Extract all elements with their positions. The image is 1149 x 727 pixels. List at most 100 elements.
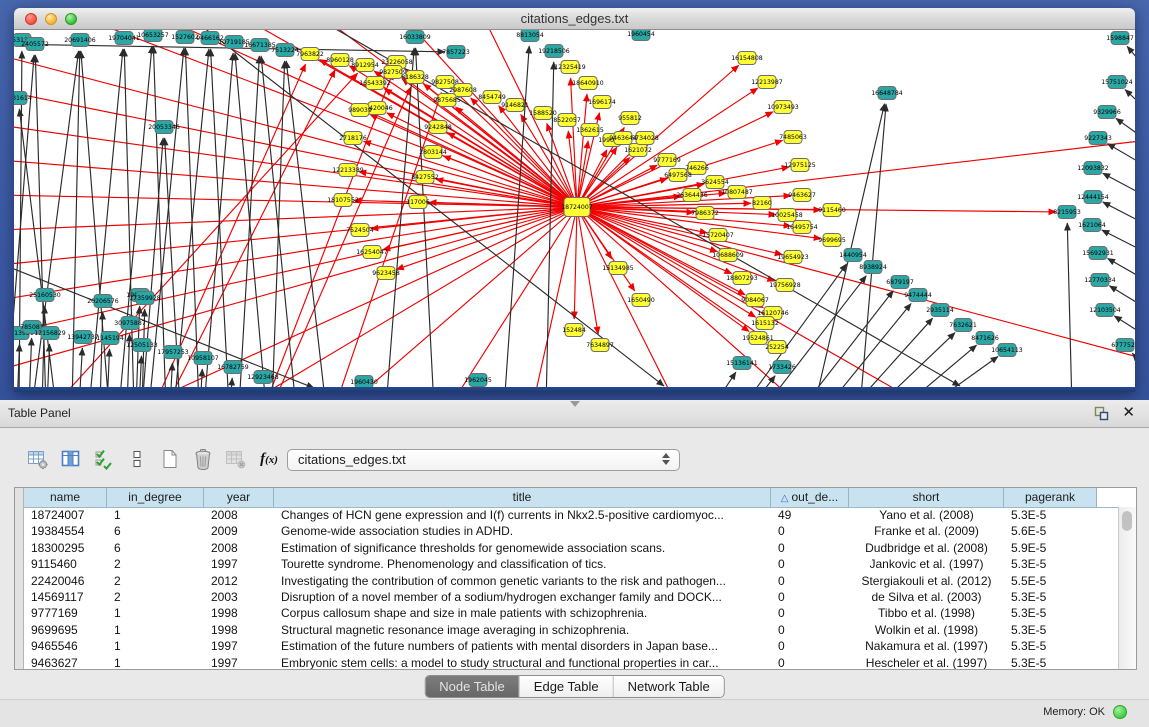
network-node[interactable]: 15751024 xyxy=(1101,76,1133,89)
network-node[interactable]: 16782759 xyxy=(217,361,249,374)
network-node[interactable]: 9227343 xyxy=(1084,132,1112,145)
network-node[interactable]: 18107552 xyxy=(327,194,359,207)
network-node[interactable]: 12093832 xyxy=(1077,162,1109,175)
table-row[interactable]: 911546021997Tourette syndrome. Phenomeno… xyxy=(24,556,1119,572)
network-node[interactable]: 10973493 xyxy=(767,101,799,114)
network-node[interactable]: 9329966 xyxy=(1093,106,1121,119)
network-node[interactable]: 8427552 xyxy=(411,171,439,184)
network-edge[interactable] xyxy=(1125,90,1135,112)
network-node[interactable]: 12770334 xyxy=(1084,274,1116,287)
trash-icon[interactable] xyxy=(191,446,215,472)
zoom-button[interactable] xyxy=(65,13,77,25)
network-node[interactable]: 16648784 xyxy=(871,87,903,100)
network-node[interactable]: 1696174 xyxy=(588,96,616,109)
network-node[interactable]: 12213987 xyxy=(751,76,783,89)
network-node[interactable]: 1440954 xyxy=(839,249,867,262)
scrollbar-thumb[interactable] xyxy=(1122,511,1132,531)
network-edge[interactable] xyxy=(79,348,82,387)
network-edge[interactable] xyxy=(14,207,577,370)
network-edge[interactable] xyxy=(14,195,577,207)
network-edge[interactable] xyxy=(230,378,232,387)
network-edge[interactable] xyxy=(139,356,141,387)
network-node[interactable]: 13942737 xyxy=(67,331,99,344)
network-node[interactable]: 12103504 xyxy=(1089,304,1121,317)
table-row[interactable]: 946362711997Embryonic stem cells: a mode… xyxy=(24,655,1119,669)
tab-network-table[interactable]: Network Table xyxy=(614,676,724,697)
network-node[interactable]: 1621064 xyxy=(1078,219,1106,232)
network-node[interactable]: 12325419 xyxy=(554,61,586,74)
network-node[interactable]: 2935114 xyxy=(926,304,954,317)
column-header-year[interactable]: year xyxy=(204,488,274,507)
network-node[interactable]: 252254 xyxy=(765,341,789,354)
memory-indicator[interactable] xyxy=(1113,705,1127,719)
network-edge[interactable] xyxy=(1107,144,1135,168)
network-node[interactable]: 9474444 xyxy=(904,289,932,302)
network-edge[interactable] xyxy=(577,207,756,317)
network-edge[interactable] xyxy=(100,312,103,387)
show-columns-icon[interactable] xyxy=(59,446,83,472)
network-node[interactable]: 10025458 xyxy=(771,209,803,222)
network-node[interactable]: 16154808 xyxy=(731,52,763,65)
column-header-in_degree[interactable]: in_degree xyxy=(107,488,204,507)
network-canvas[interactable]: 2531380240557220691406197040411065325715… xyxy=(14,30,1135,387)
network-edge[interactable] xyxy=(354,207,577,387)
network-edge[interactable] xyxy=(902,345,977,387)
network-edge[interactable] xyxy=(802,291,893,387)
network-node[interactable]: 9084067 xyxy=(741,294,769,307)
function-builder-icon[interactable]: f(x) xyxy=(257,446,281,472)
network-edge[interactable] xyxy=(416,48,434,387)
network-edge[interactable] xyxy=(1127,46,1135,72)
table-row[interactable]: 1830029562008Estimation of significance … xyxy=(24,540,1119,556)
network-node[interactable]: 1960430 xyxy=(350,376,378,388)
network-edge[interactable] xyxy=(119,46,152,387)
network-edge[interactable] xyxy=(1067,223,1072,387)
network-node[interactable]: 15692931 xyxy=(1082,247,1114,260)
table-scrollbar[interactable] xyxy=(1118,507,1136,669)
tab-node-table[interactable]: Node Table xyxy=(425,676,520,697)
network-node[interactable]: 1598847 xyxy=(1106,32,1134,45)
network-edge[interactable] xyxy=(29,338,32,387)
network-node[interactable]: 19704041 xyxy=(108,32,140,45)
network-node[interactable]: 2718176 xyxy=(339,132,367,145)
network-node[interactable]: 9777169 xyxy=(653,154,681,167)
table-row[interactable]: 1938455462009Genome-wide association stu… xyxy=(24,523,1119,539)
network-node[interactable]: 8522057 xyxy=(553,114,581,127)
network-node[interactable]: 12213389 xyxy=(332,164,364,177)
network-node[interactable]: 82160 xyxy=(752,197,772,210)
network-node[interactable]: 30975887 xyxy=(114,317,146,330)
network-node[interactable]: 15136141 xyxy=(726,357,758,370)
network-edge[interactable] xyxy=(750,376,775,387)
column-header-pagerank[interactable]: pagerank xyxy=(1004,488,1097,507)
network-node[interactable]: 9115460 xyxy=(818,204,846,217)
network-edge[interactable] xyxy=(577,207,1135,360)
column-header-out_degree[interactable]: △out_de... xyxy=(771,488,849,507)
network-node[interactable]: 117006 xyxy=(406,196,430,209)
network-edge[interactable] xyxy=(712,372,736,387)
network-edge[interactable] xyxy=(577,207,598,334)
column-header-name[interactable]: name xyxy=(24,488,107,507)
network-edge[interactable] xyxy=(272,61,285,387)
table-row[interactable]: 2242004622012Investigating the contribut… xyxy=(24,573,1119,589)
network-node[interactable]: 3624554 xyxy=(701,176,729,189)
window-titlebar[interactable]: citations_edges.txt xyxy=(14,8,1135,30)
column-header-short[interactable]: short xyxy=(849,488,1004,507)
network-node[interactable]: 8471626 xyxy=(971,332,999,345)
network-node[interactable]: 15134985 xyxy=(602,262,634,275)
network-edge[interactable] xyxy=(876,333,955,387)
close-button[interactable] xyxy=(25,13,37,25)
network-node[interactable]: 12505133 xyxy=(126,339,158,352)
network-node[interactable]: 16254047 xyxy=(356,246,388,259)
network-node[interactable]: 15720407 xyxy=(702,229,734,242)
minimize-button[interactable] xyxy=(45,13,57,25)
network-edge[interactable] xyxy=(1103,202,1135,226)
network-node[interactable]: 20053346 xyxy=(148,121,180,134)
network-node[interactable]: 7485063 xyxy=(779,131,807,144)
network-node[interactable]: 26364436 xyxy=(676,189,708,202)
network-node[interactable]: 9463627 xyxy=(788,189,816,202)
network-edge[interactable] xyxy=(574,207,577,319)
table-row[interactable]: 946554611997Estimation of the future num… xyxy=(24,638,1119,654)
network-node[interactable]: 18640910 xyxy=(572,77,604,90)
network-node[interactable]: 1960454 xyxy=(627,30,655,41)
panel-drag-handle[interactable] xyxy=(570,401,580,407)
rows-icon[interactable] xyxy=(125,446,149,472)
